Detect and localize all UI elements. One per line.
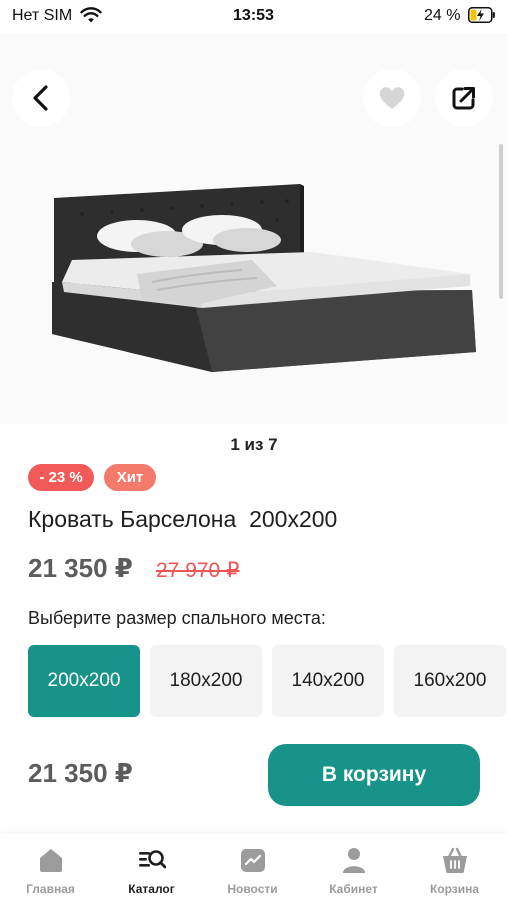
user-icon [343,848,365,873]
favorite-button[interactable] [363,69,421,127]
size-option-160x200[interactable]: 160x200 [394,645,506,717]
product-image [52,184,476,372]
gallery-counter: 1 из 7 [200,428,308,462]
basket-icon [443,847,467,873]
discount-badge: - 23 % [28,464,94,491]
tab-label: Новости [227,882,278,896]
size-option-200x200[interactable]: 200x200 [28,645,140,717]
bottom-price: 21 350 ₽ [28,758,133,788]
battery-percentage: 24 % [424,7,461,24]
heart-icon [379,87,405,109]
old-price: 27 970 ₽ [156,559,240,582]
tab-cart[interactable]: Корзина [404,834,505,900]
current-price: 21 350 ₽ [28,553,133,583]
bottom-tab-bar: Главная Каталог Новости Кабинет Корзина [0,834,507,900]
battery-charging-icon [468,7,495,23]
tab-news[interactable]: Новости [202,834,303,900]
size-option-140x200[interactable]: 140x200 [272,645,384,717]
hit-badge: Хит [104,464,156,491]
home-icon [40,849,62,872]
news-icon [241,849,265,872]
tab-label: Каталог [128,882,175,896]
size-selector-label: Выберите размер спального места: [28,608,326,628]
catalog-search-icon [139,850,166,869]
status-bar: Нет SIM 13:53 24 % [0,0,507,34]
tab-label: Кабинет [329,882,378,896]
back-button[interactable] [12,69,70,127]
share-button[interactable] [435,69,493,127]
product-gallery[interactable] [0,34,507,424]
size-selector[interactable]: 200x200 180x200 140x200 160x200 [28,645,507,717]
product-title: Кровать Барселона 200x200 [28,506,338,532]
tab-home[interactable]: Главная [0,834,101,900]
tab-account[interactable]: Кабинет [303,834,404,900]
scroll-indicator[interactable] [499,144,503,299]
add-to-cart-button[interactable]: В корзину [268,744,480,806]
share-external-icon [452,87,475,110]
tab-label: Главная [26,882,75,896]
tab-catalog[interactable]: Каталог [101,834,202,900]
chevron-left-icon [33,85,48,111]
size-option-180x200[interactable]: 180x200 [150,645,262,717]
tab-label: Корзина [429,882,480,896]
